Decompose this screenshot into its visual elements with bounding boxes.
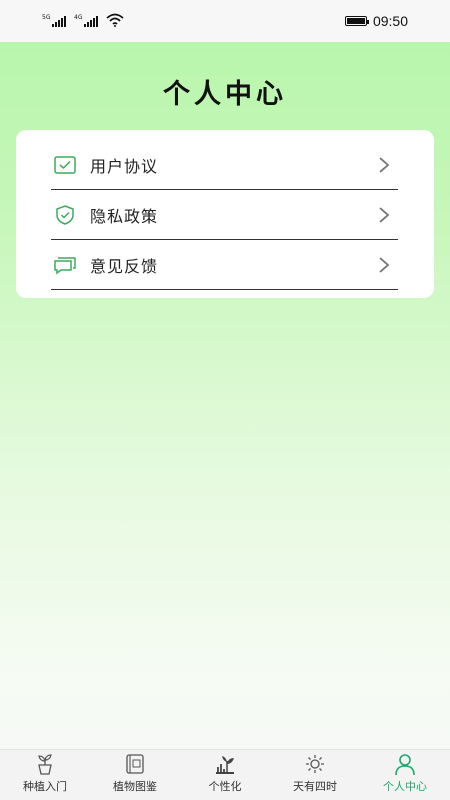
menu-item-privacy-policy[interactable]: 隐私政策 [51,190,398,240]
signal-sim1-icon: 5G [42,13,66,27]
chevron-right-icon [378,206,390,224]
menu-item-label: 意见反馈 [90,256,159,276]
sim1-tag: 5G [42,13,51,21]
chevron-right-icon [378,256,390,274]
page-title: 个人中心 [163,79,287,110]
tab-label: 个人中心 [383,780,427,793]
menu-item-user-agreement[interactable]: 用户协议 [51,140,398,190]
sim2-tag: 4G [74,13,83,21]
menu-card: 用户协议 隐私政策 意见反馈 [16,130,434,298]
menu-item-feedback[interactable]: 意见反馈 [51,240,398,290]
tab-personal-center[interactable]: 个人中心 [360,752,450,800]
bottom-tab-bar: 种植入门 植物图鉴 个性化 天有四时 个人中心 [0,749,450,800]
tab-label: 植物图鉴 [113,780,157,793]
battery-icon [344,16,369,26]
menu-item-label: 隐私政策 [90,206,159,226]
shield-check-icon [53,203,77,227]
tab-four-seasons[interactable]: 天有四时 [270,752,360,800]
status-right: 09:50 [344,13,408,29]
status-bar: 5G 4G 09:50 [0,0,450,42]
tab-personalize[interactable]: 个性化 [180,752,270,800]
tab-label: 天有四时 [293,780,337,793]
tab-label: 个性化 [208,780,242,793]
tab-plant-guide[interactable]: 植物图鉴 [90,752,180,800]
tab-label: 种植入门 [23,780,67,793]
status-left: 5G 4G [42,13,124,30]
wifi-icon [106,13,124,30]
chevron-right-icon [378,156,390,174]
sun-snow-icon [303,752,327,776]
plant-icon [213,752,237,776]
tab-planting-intro[interactable]: 种植入门 [0,752,90,800]
status-time: 09:50 [372,13,408,29]
person-icon [393,752,417,776]
plant-pot-icon [33,752,57,776]
signal-sim2-icon: 4G [74,13,98,27]
checkbox-icon [53,153,77,177]
book-icon [123,752,147,776]
menu-item-label: 用户协议 [90,156,159,176]
chat-bubbles-icon [53,253,77,277]
